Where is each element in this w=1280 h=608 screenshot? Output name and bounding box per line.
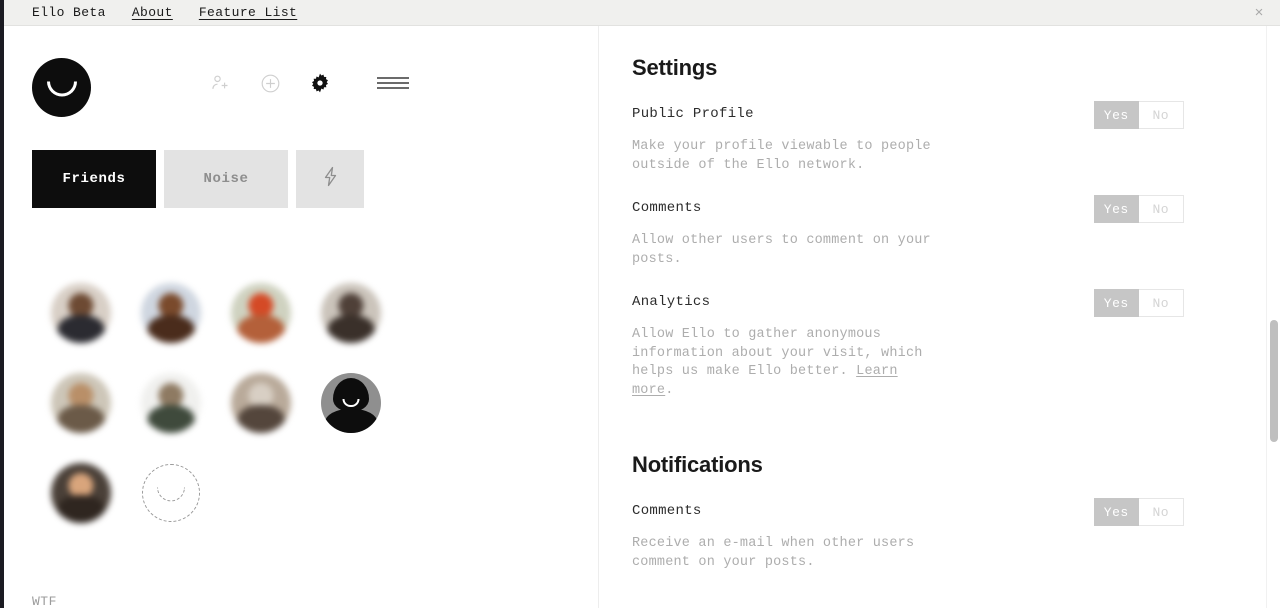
toggle-no-option[interactable]: No (1138, 101, 1184, 129)
avatar-item[interactable] (36, 448, 126, 538)
setting-comments: Comments Allow other users to comment on… (632, 195, 1252, 269)
tab-friends-label: Friends (62, 171, 126, 187)
tab-noise-label: Noise (203, 171, 249, 187)
setting-description-suffix: . (665, 382, 674, 398)
hamburger-menu-icon[interactable] (373, 70, 413, 96)
settings-content: Settings Public Profile Make your profil… (632, 26, 1252, 572)
toggle-analytics: Yes No (1094, 289, 1184, 317)
tab-noise[interactable]: Noise (164, 150, 288, 208)
avatar-item[interactable] (306, 268, 396, 358)
avatar-item-placeholder[interactable] (126, 448, 216, 538)
scrollbar-thumb[interactable] (1270, 320, 1278, 442)
setting-description: Allow other users to comment on your pos… (632, 233, 931, 267)
setting-description: Make your profile viewable to people out… (632, 139, 931, 173)
avatar-item[interactable] (36, 358, 126, 448)
nav-link-about[interactable]: About (132, 5, 173, 20)
default-avatar-icon (321, 373, 381, 433)
avatar (141, 283, 201, 343)
tab-friends[interactable]: Friends (32, 150, 156, 208)
invite-placeholder-icon (142, 464, 200, 522)
logo-smile-shape (46, 81, 77, 97)
setting-public-profile: Public Profile Make your profile viewabl… (632, 101, 1252, 175)
avatar-item[interactable] (216, 268, 306, 358)
wtf-link[interactable]: WTF (32, 594, 57, 608)
window-left-edge (0, 0, 4, 608)
avatar (141, 373, 201, 433)
tab-lightning[interactable] (296, 150, 364, 208)
vertical-scrollbar[interactable] (1266, 26, 1280, 608)
setting-analytics: Analytics Allow Ello to gather anonymous… (632, 289, 1252, 400)
nav-link-feature-list[interactable]: Feature List (199, 5, 297, 20)
toggle-yes-option[interactable]: Yes (1094, 289, 1139, 317)
pane-divider (598, 26, 599, 608)
avatar (51, 283, 111, 343)
avatar-item[interactable] (36, 268, 126, 358)
stream-tabs: Friends Noise (32, 150, 364, 208)
avatar-item[interactable] (126, 268, 216, 358)
avatar-item[interactable] (126, 358, 216, 448)
toggle-yes-option[interactable]: Yes (1094, 498, 1139, 526)
top-bar-items: Ello Beta About Feature List (4, 5, 297, 20)
avatar (51, 373, 111, 433)
toggle-no-option[interactable]: No (1138, 195, 1184, 223)
toggle-no-option[interactable]: No (1138, 498, 1184, 526)
avatar (231, 283, 291, 343)
setting-notification-comments: Comments Receive an e-mail when other us… (632, 498, 1252, 572)
gear-icon[interactable] (307, 70, 333, 96)
toggle-comments: Yes No (1094, 195, 1184, 223)
toggle-no-option[interactable]: No (1138, 289, 1184, 317)
toggle-yes-option[interactable]: Yes (1094, 101, 1139, 129)
toggle-notification-comments: Yes No (1094, 498, 1184, 526)
ello-logo-icon[interactable] (32, 58, 91, 117)
avatar (321, 283, 381, 343)
settings-pane: Settings Public Profile Make your profil… (599, 26, 1280, 608)
profile-header (32, 58, 572, 128)
add-person-icon[interactable] (207, 70, 233, 96)
page-title-settings: Settings (632, 55, 718, 80)
ello-app-window: Ello Beta About Feature List × Friends N… (0, 0, 1280, 608)
page-title-notifications: Notifications (632, 452, 763, 477)
lightning-bolt-icon (322, 166, 339, 192)
nav-icon-bar (207, 70, 413, 96)
brand-label: Ello Beta (32, 5, 106, 20)
plus-circle-icon[interactable] (257, 70, 283, 96)
setting-description: Allow Ello to gather anonymous informati… (632, 326, 932, 400)
close-icon[interactable]: × (1252, 5, 1266, 20)
avatar-item-default[interactable] (306, 358, 396, 448)
toggle-public-profile: Yes No (1094, 101, 1184, 129)
toggle-yes-option[interactable]: Yes (1094, 195, 1139, 223)
avatar (231, 373, 291, 433)
left-pane: Friends Noise WTF (4, 26, 598, 608)
top-bar: Ello Beta About Feature List × (4, 0, 1280, 26)
avatar-item[interactable] (216, 358, 306, 448)
setting-description: Receive an e-mail when other users comme… (632, 536, 915, 570)
friends-avatar-grid (36, 268, 396, 538)
avatar (51, 463, 111, 523)
